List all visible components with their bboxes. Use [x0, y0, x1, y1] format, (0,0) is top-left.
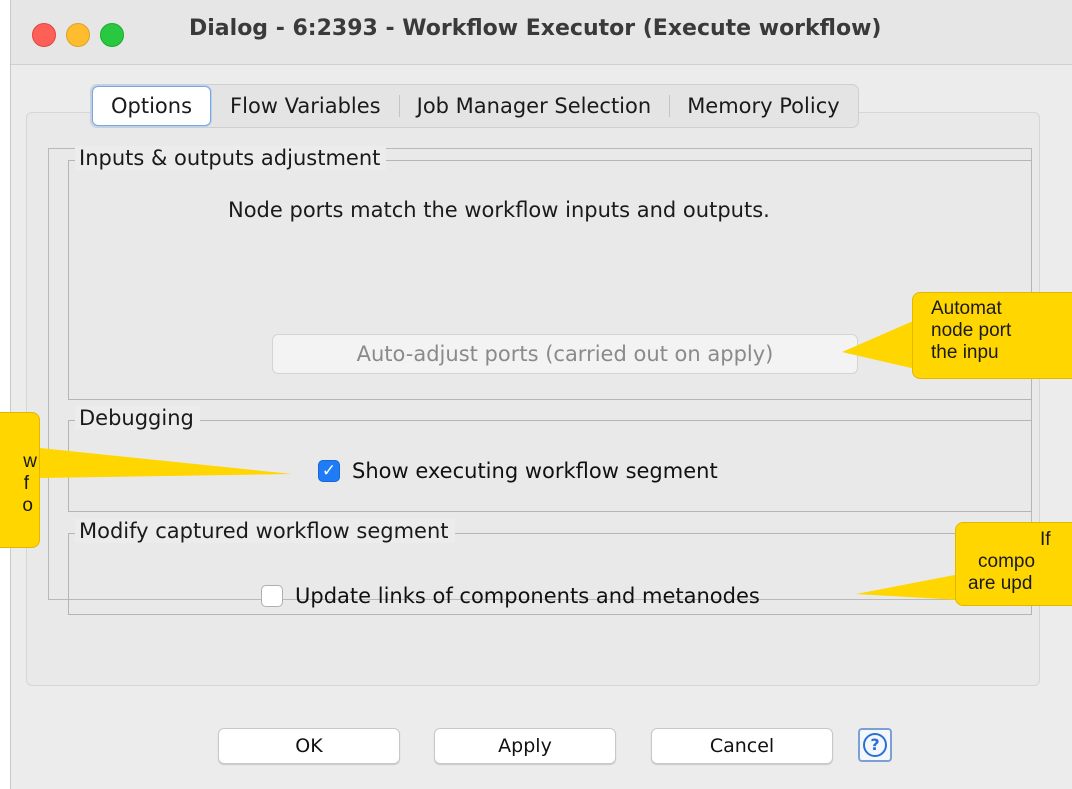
- zoom-window-button[interactable]: [100, 23, 124, 47]
- callout-update-links: If compo are upd: [955, 522, 1072, 606]
- cancel-button[interactable]: Cancel: [651, 728, 833, 764]
- show-segment-row: ✓ Show executing workflow segment: [318, 459, 718, 483]
- close-window-button[interactable]: [32, 23, 56, 47]
- tab-strip: Options Flow Variables Job Manager Selec…: [90, 84, 859, 128]
- modify-segment-legend: Modify captured workflow segment: [75, 519, 455, 543]
- callout-update-links-line: If: [1040, 529, 1051, 550]
- auto-adjust-ports-button[interactable]: Auto-adjust ports (carried out on apply): [272, 334, 858, 374]
- show-segment-checkbox[interactable]: ✓: [318, 460, 340, 482]
- help-button[interactable]: ?: [858, 728, 892, 762]
- tab-memory-policy[interactable]: Memory Policy: [669, 85, 858, 127]
- update-links-checkbox[interactable]: [261, 585, 283, 607]
- tab-job-manager-selection[interactable]: Job Manager Selection: [398, 85, 670, 127]
- callout-auto-adjust-line: Automat: [931, 298, 1002, 319]
- callout-update-links-line: compo: [978, 551, 1036, 572]
- update-links-label[interactable]: Update links of components and metanodes: [295, 584, 760, 608]
- minimize-window-button[interactable]: [66, 23, 90, 47]
- callout-auto-adjust-line: node port: [931, 320, 1012, 341]
- ports-status-text: Node ports match the workflow inputs and…: [228, 198, 770, 222]
- window-title: Dialog - 6:2393 - Workflow Executor (Exe…: [189, 16, 882, 41]
- callout-auto-adjust-line: the inpu: [931, 342, 999, 363]
- tab-flow-variables[interactable]: Flow Variables: [212, 85, 399, 127]
- question-mark-icon: ?: [863, 733, 887, 757]
- callout-debugging-line: o: [22, 495, 33, 516]
- update-links-row: Update links of components and metanodes: [261, 584, 760, 608]
- callout-update-links-line: are upd: [968, 573, 1033, 594]
- callout-auto-adjust: Automat node port the inpu: [912, 292, 1072, 379]
- show-segment-label[interactable]: Show executing workflow segment: [352, 459, 718, 483]
- ok-button[interactable]: OK: [218, 728, 400, 764]
- inputs-outputs-legend: Inputs & outputs adjustment: [75, 146, 387, 170]
- title-bar: Dialog - 6:2393 - Workflow Executor (Exe…: [11, 0, 1072, 65]
- debugging-legend: Debugging: [75, 406, 200, 430]
- callout-debugging-line: w: [23, 451, 37, 472]
- callout-debugging-line: f: [23, 473, 29, 494]
- callout-debugging: w f o: [0, 412, 40, 548]
- tab-options[interactable]: Options: [92, 86, 212, 126]
- apply-button[interactable]: Apply: [434, 728, 616, 764]
